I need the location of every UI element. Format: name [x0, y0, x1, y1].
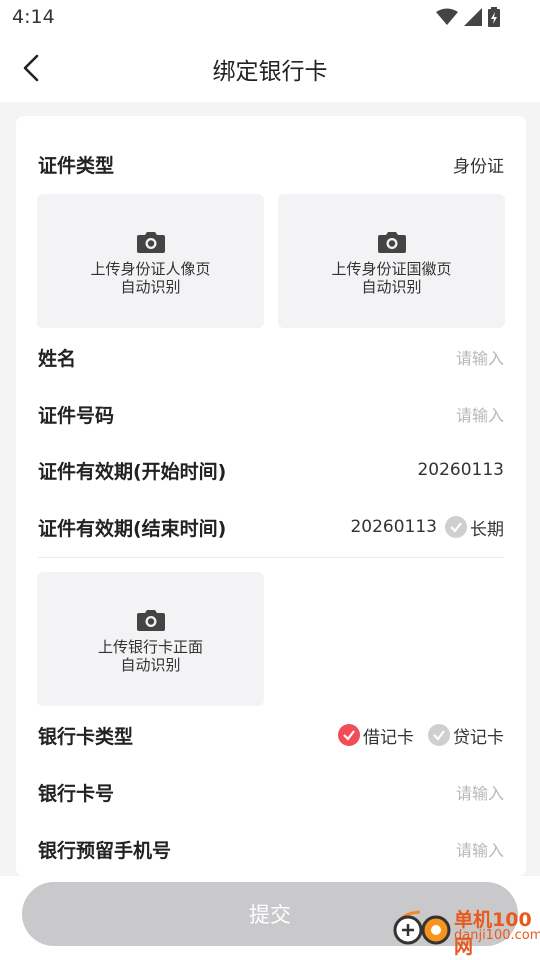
upload-id-front-subtext: 自动识别 — [120, 278, 181, 296]
bottom-bar: 提交 单机100网 danji100.com — [0, 876, 540, 960]
id-type-row[interactable]: 证件类型 身份证 — [38, 144, 504, 184]
valid-end-row[interactable]: 证件有效期(结束时间) 20260113 长期 — [38, 507, 504, 547]
upload-id-front[interactable]: 上传身份证人像页 自动识别 — [37, 194, 264, 328]
signal-icon — [464, 8, 482, 26]
id-number-row[interactable]: 证件号码 请输入 — [38, 394, 504, 434]
valid-end-value[interactable]: 20260113 — [350, 517, 437, 537]
credit-card-label: 贷记卡 — [453, 727, 504, 748]
watermark-logo-icon — [393, 910, 451, 945]
check-icon — [445, 516, 467, 538]
long-term-checkbox[interactable]: 长期 — [445, 515, 504, 540]
upload-id-back-text: 上传身份证国徽页 — [331, 260, 452, 278]
status-icons — [436, 7, 500, 27]
camera-icon — [136, 232, 165, 253]
card-number-label: 银行卡号 — [38, 782, 115, 805]
debit-card-radio[interactable]: 借记卡 — [338, 723, 414, 748]
name-input[interactable]: 请输入 — [456, 345, 504, 369]
credit-card-radio[interactable]: 贷记卡 — [428, 723, 504, 748]
name-row[interactable]: 姓名 请输入 — [38, 337, 504, 377]
phone-label: 银行预留手机号 — [38, 839, 172, 862]
valid-start-row[interactable]: 证件有效期(开始时间) 20260113 — [38, 450, 504, 490]
card-type-label: 银行卡类型 — [38, 725, 134, 748]
valid-end-label: 证件有效期(结束时间) — [38, 517, 227, 540]
card-type-options: 借记卡 贷记卡 — [338, 723, 504, 748]
upload-id-back[interactable]: 上传身份证国徽页 自动识别 — [278, 194, 505, 328]
status-time: 4:14 — [12, 6, 55, 28]
upload-id-front-text: 上传身份证人像页 — [90, 260, 211, 278]
upload-bank-card-text: 上传银行卡正面 — [97, 638, 203, 656]
check-icon — [428, 724, 450, 746]
valid-start-value[interactable]: 20260113 — [417, 460, 504, 480]
upload-id-back-subtext: 自动识别 — [361, 278, 422, 296]
status-bar: 4:14 — [0, 0, 540, 36]
id-number-label: 证件号码 — [38, 404, 115, 427]
valid-start-label: 证件有效期(开始时间) — [38, 460, 227, 483]
card-number-row[interactable]: 银行卡号 请输入 — [38, 772, 504, 812]
phone-row[interactable]: 银行预留手机号 请输入 — [38, 829, 504, 869]
camera-icon — [377, 232, 406, 253]
upload-bank-card-subtext: 自动识别 — [120, 656, 181, 674]
wifi-icon — [436, 8, 458, 25]
card-type-row: 银行卡类型 借记卡 贷记卡 — [38, 715, 504, 755]
page-title: 绑定银行卡 — [212, 59, 328, 85]
valid-end-controls: 20260113 长期 — [350, 515, 504, 540]
watermark-url: danji100.com — [454, 928, 540, 943]
card-number-input[interactable]: 请输入 — [456, 780, 504, 804]
battery-icon — [488, 7, 500, 27]
long-term-label: 长期 — [470, 519, 504, 540]
form-card: 证件类型 身份证 上传身份证人像页 自动识别 上传身份证国徽页 自动识别 姓名 … — [16, 116, 526, 876]
debit-card-label: 借记卡 — [363, 727, 414, 748]
name-label: 姓名 — [38, 347, 77, 370]
id-number-input[interactable]: 请输入 — [456, 402, 504, 426]
upload-bank-card[interactable]: 上传银行卡正面 自动识别 — [37, 572, 264, 706]
camera-icon — [136, 610, 165, 631]
watermark: 单机100网 danji100.com — [390, 902, 540, 958]
nav-bar: 绑定银行卡 — [0, 36, 540, 102]
divider — [38, 557, 504, 558]
phone-input[interactable]: 请输入 — [456, 837, 504, 861]
id-type-value[interactable]: 身份证 — [453, 152, 504, 177]
check-icon — [338, 724, 360, 746]
id-type-label: 证件类型 — [38, 154, 115, 177]
